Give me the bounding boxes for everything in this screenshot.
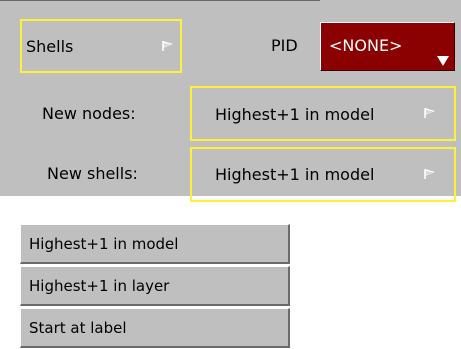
menu-item-label: Highest+1 in model [29, 235, 179, 253]
flag-icon [424, 108, 435, 118]
panel-top-divider [0, 0, 320, 1]
menu-item-label: Highest+1 in layer [29, 277, 170, 295]
new-nodes-button[interactable]: Highest+1 in model [190, 86, 456, 141]
element-type-button[interactable]: Shells [20, 19, 182, 73]
pid-selector[interactable]: <NONE> [320, 22, 455, 71]
flag-icon [424, 169, 435, 179]
menu-item-start-at-label[interactable]: Start at label [20, 308, 290, 348]
menu-item-label: Start at label [29, 319, 127, 337]
pid-value: <NONE> [329, 36, 403, 55]
settings-panel: Shells PID <NONE> New nodes: Highest+1 i… [0, 0, 461, 202]
element-type-label: Shells [26, 37, 74, 56]
flag-icon [162, 41, 173, 51]
pid-label: PID [271, 36, 298, 55]
new-shells-button[interactable]: Highest+1 in model [190, 147, 456, 202]
menu-item-highest-model[interactable]: Highest+1 in model [20, 224, 290, 264]
triangle-down-icon [437, 56, 449, 66]
new-nodes-label: New nodes: [42, 104, 136, 123]
new-shells-value: Highest+1 in model [215, 165, 375, 184]
new-nodes-value: Highest+1 in model [215, 105, 375, 124]
new-shells-label: New shells: [47, 164, 138, 183]
menu-item-highest-layer[interactable]: Highest+1 in layer [20, 266, 290, 306]
